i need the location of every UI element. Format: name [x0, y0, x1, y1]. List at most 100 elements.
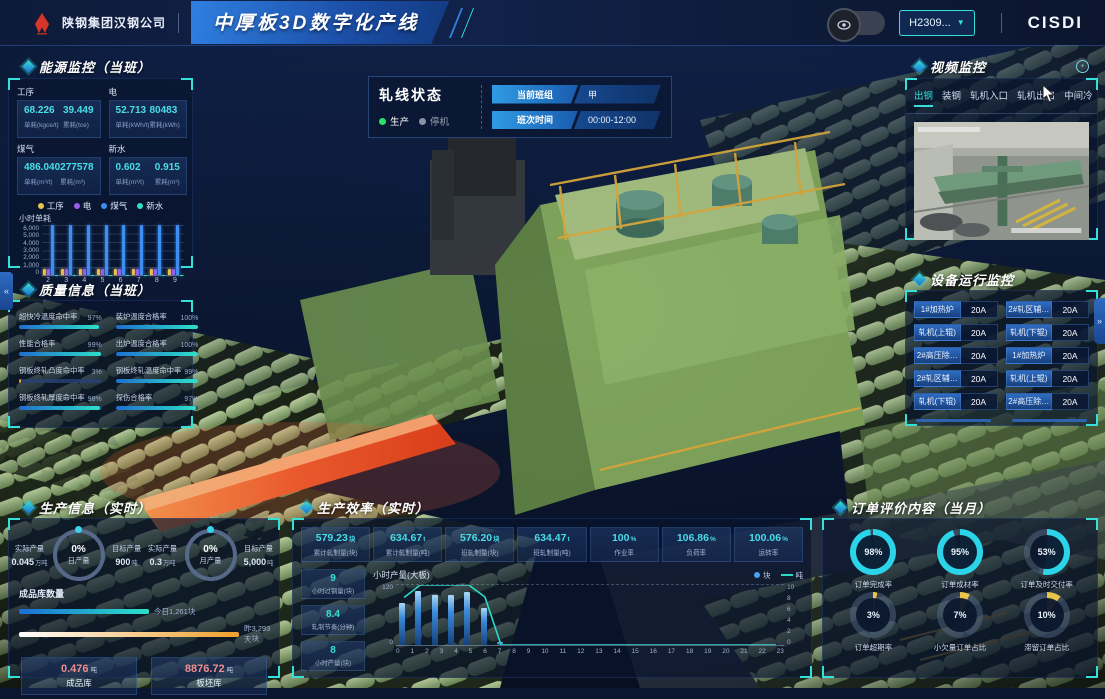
- unit: t: [423, 536, 425, 543]
- i-decoration: [118, 269, 121, 275]
- i-decoration: [158, 225, 161, 275]
- i-decoration: [114, 269, 117, 275]
- diamond-icon: [22, 283, 35, 296]
- energy-value: 486.040: [24, 162, 60, 173]
- span-decoration: 6: [787, 606, 803, 613]
- device-label-button[interactable]: 轧机(下辊): [914, 393, 961, 410]
- shift-group-chip[interactable]: 当前班组: [492, 85, 578, 104]
- eye-icon[interactable]: [827, 8, 861, 42]
- quality-value: 98%: [88, 396, 102, 403]
- span-decoration: 4: [454, 648, 458, 655]
- span-decoration: 5: [469, 648, 473, 655]
- camera-tab[interactable]: 装钢: [942, 88, 961, 107]
- quality-label: 装炉温度合格率: [116, 312, 167, 322]
- energy-value: 39.449: [63, 105, 94, 116]
- device-label-button[interactable]: 轧机(下辊): [1006, 324, 1053, 341]
- device-label-button[interactable]: 轧机(上辊): [914, 324, 961, 341]
- span-decoration: 12: [577, 648, 584, 655]
- legend-dot-icon: [74, 203, 80, 209]
- donut-value: 98%: [856, 535, 890, 569]
- order-donut-cell: 98%订单完成率: [831, 529, 916, 590]
- actual-output-label: 实际产量: [146, 544, 180, 554]
- scrollbar[interactable]: [916, 419, 991, 422]
- collapse-right-tab[interactable]: »: [1094, 298, 1105, 344]
- target-output-label: 目标产量: [110, 544, 144, 554]
- div-decoration: 900吨: [110, 557, 144, 567]
- rect-decoration: [37, 33, 47, 35]
- quality-grid: 超快冷温度命中率97% 装炉温度合格率100% 性能合格率99% 出炉温度合格率…: [9, 301, 192, 421]
- progress-track: [116, 406, 199, 410]
- camera-tab[interactable]: 轧机入口: [970, 88, 1008, 107]
- legend-dot-icon: [101, 203, 107, 209]
- order-donut-cell: 3%订单超期率: [831, 592, 916, 653]
- quality-label: 性能合格率: [19, 339, 55, 349]
- collapse-left-tab[interactable]: «: [0, 272, 13, 310]
- device-label-button[interactable]: 1#加热炉: [1006, 347, 1053, 364]
- div-decoration: 0.476吨: [61, 663, 97, 675]
- chart-title: 小时产量(大板): [373, 569, 430, 581]
- stat-card: 579.23块累计轧制量(块): [301, 527, 370, 562]
- orders-grid: 98%订单完成率 95%订单成材率 53%订单及时交付率 3%订单超期率 7%小…: [823, 519, 1097, 657]
- camera-tab[interactable]: 轧机出口: [1017, 88, 1055, 107]
- energy-group-name: 工序: [17, 86, 101, 98]
- progress-track: [116, 325, 199, 329]
- quality-item: 出炉温度合格率100%: [116, 339, 199, 356]
- top-bar: 陕钢集团汉钢公司 中厚板3D数字化产线 H2309... ▼ CISDI: [0, 0, 1105, 45]
- device-label-button[interactable]: 2#高压除…: [914, 347, 961, 364]
- order-donut-cell: 95%订单成材率: [918, 529, 1003, 590]
- quality-item: 钢板终轧凸度命中率3%: [19, 366, 102, 383]
- device-label-button[interactable]: 1#加热炉: [914, 301, 961, 318]
- scrollbar[interactable]: [1012, 419, 1087, 422]
- span-decoration: 7: [498, 648, 502, 655]
- orders-panel-title-text: 订单评价内容（当月）: [851, 498, 991, 517]
- gauge-ring: 0%日产量: [53, 529, 105, 581]
- devices-panel-title-text: 设备运行监控: [930, 270, 1014, 289]
- fullscreen-icon[interactable]: +: [1076, 60, 1089, 73]
- quality-panel: 超快冷温度命中率97% 装炉温度合格率100% 性能合格率99% 出炉温度合格率…: [8, 300, 193, 428]
- quality-label: 钢板终轧凸度命中率: [19, 366, 85, 376]
- camera-feed[interactable]: [914, 122, 1089, 240]
- progress-fill: [19, 352, 101, 356]
- status-label: 生产: [390, 114, 409, 128]
- span-decoration: 0: [389, 639, 393, 646]
- span-decoration: 19: [704, 648, 711, 655]
- shift-dropdown[interactable]: H2309... ▼: [899, 10, 975, 36]
- camera-tab[interactable]: 出钢: [914, 88, 933, 107]
- visibility-toggle[interactable]: [829, 11, 885, 35]
- device-item: 1#加热炉20A: [914, 301, 998, 318]
- daily-output-gauge: 实际产量0.045万吨 0%日产量 目标产量900吨: [11, 529, 144, 581]
- legend-label: 工序: [47, 200, 64, 212]
- span-decoration: 8: [155, 277, 159, 284]
- donut-value: 7%: [943, 598, 977, 632]
- unit: 块: [493, 536, 500, 543]
- span-decoration: 4: [787, 617, 803, 624]
- device-label-button[interactable]: 2#高压除…: [1006, 393, 1053, 410]
- energy-card: 电 52.713单耗(kWh/t) 80483累耗(kWh): [109, 85, 187, 138]
- efficiency-stats: 579.23块累计轧制量(块) 634.67t累计轧制量(吨) 576.20块班…: [293, 519, 811, 562]
- div-decoration: 轧线状态 生产 停机 当前班组 甲 班次时间 00:00-12:00: [369, 77, 671, 137]
- quality-item: 装炉温度合格率100%: [116, 312, 199, 329]
- progress-fill: [116, 406, 196, 410]
- device-label-button[interactable]: 2#轧区辅…: [1006, 301, 1053, 318]
- i-decoration: [176, 225, 179, 275]
- div-decoration: 579.23块: [303, 532, 368, 544]
- energy-group-name: 新水: [109, 143, 187, 155]
- progress-fill: [19, 406, 100, 410]
- legend-dot-icon: [38, 203, 44, 209]
- quality-label: 钢板终轧温度命中率: [116, 366, 182, 376]
- inventory-bar-today: 今日1,261块: [19, 606, 269, 617]
- video-panel-title: 视频监控: [915, 57, 986, 76]
- shift-time-chip[interactable]: 班次时间: [492, 111, 578, 130]
- legend-item: 新水: [137, 200, 163, 212]
- device-label-button[interactable]: 轧机(上辊): [1006, 370, 1053, 387]
- line-status-states: 生产 停机: [379, 114, 471, 128]
- device-label-button[interactable]: 2#轧区辅…: [914, 370, 961, 387]
- camera-tab[interactable]: 中间冷: [1064, 88, 1093, 107]
- status-dot-icon: [419, 118, 426, 125]
- stat-value: 579.23: [316, 532, 348, 544]
- stat-label: 轧制节奏(分钟): [303, 622, 363, 631]
- energy-chart-legend: 工序 电 煤气 新水: [9, 200, 192, 212]
- actual-output: 实际产量0.3万吨: [146, 544, 180, 567]
- energy-label: 累耗(m³): [60, 176, 93, 186]
- i-decoration: [51, 225, 54, 275]
